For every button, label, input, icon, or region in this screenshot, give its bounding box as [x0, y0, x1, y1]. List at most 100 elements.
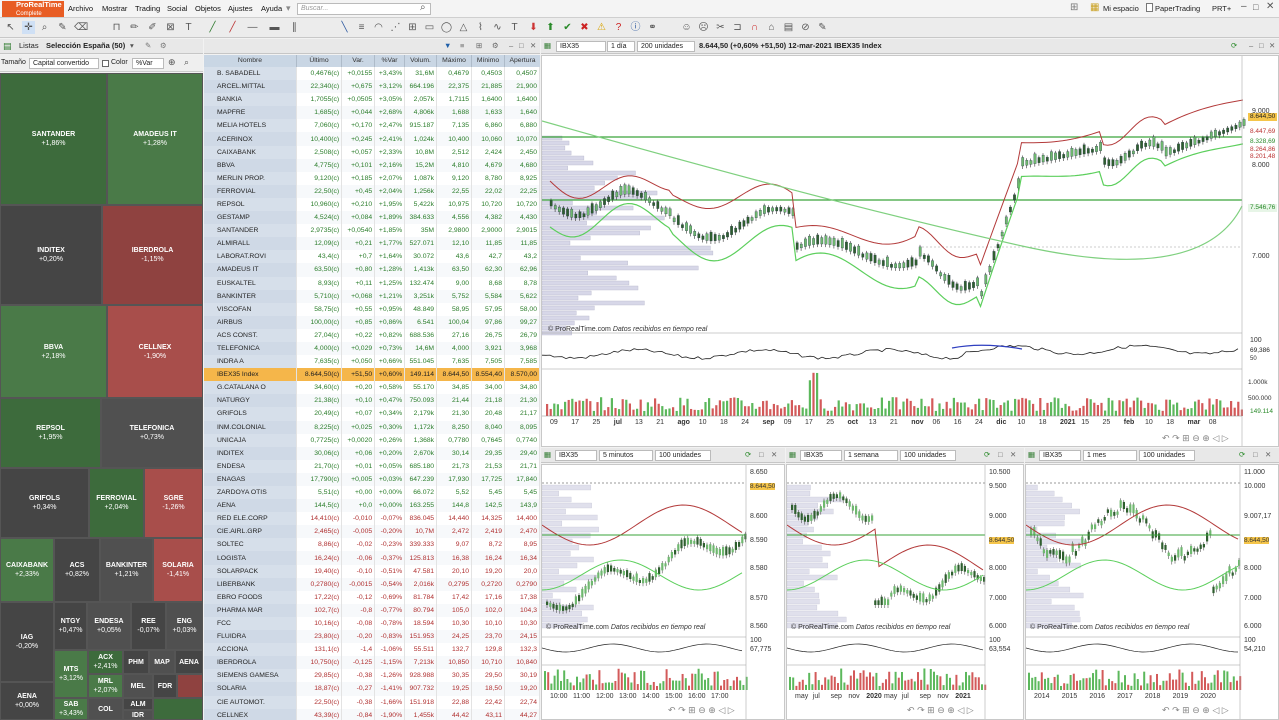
info-icon[interactable]: ⓘ [629, 21, 642, 34]
space-icon[interactable]: ▦ [1090, 2, 1099, 13]
my-space-link[interactable]: Mi espacio [1103, 4, 1139, 13]
table-row[interactable]: NATURGY 21,38(c) +0,10 +0,47% 750.093 21,44 21… [204, 394, 540, 408]
undo-icon[interactable]: ↶ [907, 705, 915, 715]
chart-minimize-icon[interactable]: – [1249, 39, 1253, 53]
table-row[interactable]: IBERDROLA 10,750(c) -0,125 -1,15% 7,213k 10,8… [204, 656, 540, 670]
search-input[interactable]: Buscar... [297, 3, 431, 15]
list-selector[interactable]: Selección España (50) [46, 39, 125, 53]
table-row[interactable]: ACS CONST. 27,04(c) +0,22 +0,82% 688.536 27,1… [204, 328, 540, 342]
zoom-fit-icon[interactable]: ⊞ [1182, 433, 1190, 443]
zoom-icon[interactable]: ⌕ [38, 21, 51, 34]
table-row[interactable]: LIBERBANK 0,2780(c) -0,0015 -0,54% 2,016k 0,2… [204, 577, 540, 591]
sub-units-select[interactable]: 100 unidades [655, 450, 711, 461]
heatmap-tile-repsol[interactable]: REPSOL +1,95% [0, 398, 101, 468]
table-row[interactable]: REPSOL 10,960(c) +0,210 +1,95% 5,422k 10,975 1… [204, 197, 540, 212]
search-scope-icon[interactable]: ▾ [286, 3, 291, 14]
table-row[interactable]: IBEX35 Index 8.644,50(c) +51,50 +0,60% 149.1… [204, 368, 540, 382]
table-row[interactable]: TELEFONICA 4,000(c) +0,029 +0,73% 14,6M 4,000… [204, 341, 540, 356]
undo-icon[interactable]: ↶ [1162, 705, 1170, 715]
heatmap-tile-sab[interactable]: SAB +3,43% [54, 698, 88, 720]
brush-icon[interactable]: ✐ [146, 21, 159, 34]
table-row[interactable]: BANKINTER 5,710(c) +0,068 +1,21% 3,251k 5,752… [204, 289, 540, 303]
zoom-out-icon[interactable]: ⊖ [698, 705, 706, 715]
table-row[interactable]: LABORAT.ROVI 43,4(c) +0,7 +1,64% 30.072 43,6 4… [204, 250, 540, 264]
chart-maximize-icon[interactable]: □ [998, 448, 1003, 462]
table-row[interactable]: ACCIONA 131,1(c) -1,4 -1,06% 55.511 132,7 129,… [204, 643, 540, 657]
heatmap-tile-endesa[interactable]: ENDESA +0,05% [87, 602, 131, 650]
menu-archivo[interactable]: Archivo [68, 4, 93, 13]
table-row[interactable]: FCC 10,16(c) -0,08 -0,78% 18.594 10,30 10,10 10… [204, 616, 540, 631]
sub-price-chart[interactable]: 10.500 9.500 9.000 8.644,50 8.000 7.000 6.000 1… [786, 464, 1024, 720]
chart-maximize-icon[interactable]: □ [759, 448, 764, 462]
hline-red-icon[interactable]: ▬ [268, 21, 281, 34]
heatmap-tile-aena[interactable]: AENA +0,00% [0, 682, 54, 720]
col-maximo[interactable]: Máximo [437, 55, 472, 67]
zoom-fit-icon[interactable]: ⊞ [1182, 705, 1190, 715]
rect-icon[interactable]: ▭ [423, 21, 436, 34]
heatmap-tile-map[interactable]: MAP [149, 650, 175, 674]
heatmap-tile-cellnex[interactable]: CELLNEX -1,90% [107, 305, 203, 398]
table-row[interactable]: ZARDOYA OTIS 5,51(c) +0,00 +0,00% 66.072 5,52… [204, 486, 540, 500]
undo-icon[interactable]: ↶ [1162, 433, 1170, 443]
col-ultimo[interactable]: Último [297, 55, 342, 67]
redo-icon[interactable]: ↷ [678, 705, 686, 715]
chart-close-icon[interactable]: ✕ [1010, 448, 1016, 462]
main-symbol-select[interactable]: IBX35 [556, 41, 606, 52]
zoom-out-icon[interactable]: ⊖ [1192, 433, 1200, 443]
line-red-icon[interactable]: ╱ [226, 21, 239, 34]
zoom-in-small-icon[interactable]: ⊕ [1202, 433, 1210, 443]
table-row[interactable]: FLUIDRA 23,80(c) -0,20 -0,83% 151.953 24,25 23… [204, 630, 540, 644]
table-row[interactable]: MELIA HOTELS 7,060(c) +0,170 +2,47% 915.187 7… [204, 119, 540, 133]
table-row[interactable]: G.CATALANA O 34,60(c) +0,20 +0,58% 55.170 34,… [204, 381, 540, 395]
sub-interval-select[interactable]: 5 minutos [599, 450, 653, 461]
watchlist-grid-icon[interactable]: ⊞ [476, 39, 482, 53]
cursor-icon[interactable]: ↖ [4, 21, 17, 34]
menu-objetos[interactable]: Objetos [195, 4, 221, 13]
cross-icon[interactable]: ✖ [578, 21, 591, 34]
list-edit-icon[interactable]: ✎ [145, 39, 151, 53]
undo-icon[interactable]: ↶ [668, 705, 676, 715]
heatmap-tile-sgre[interactable]: SGRE -1,26% [144, 468, 203, 538]
table-row[interactable]: ACERINOX 10,400(c) +0,245 +2,41% 1,024k 10,40… [204, 132, 540, 146]
table-row[interactable]: SIEMENS GAMESA 29,85(c) -0,38 -1,26% 928.988… [204, 669, 540, 683]
col-nombre[interactable]: Nombre [204, 55, 297, 67]
col-minimo[interactable]: Mínimo [472, 55, 505, 67]
heatmap-tile-aena-small[interactable]: AENA [175, 650, 203, 674]
heatmap-tile-mts[interactable]: MTS +3,12% [54, 650, 88, 698]
table-row[interactable]: B. SABADELL 0,4676(c) +0,0155 +3,43% 31,6M 0,… [204, 67, 540, 81]
watchlist-filter-icon[interactable]: ▼ [444, 39, 451, 53]
note-icon[interactable]: ▤ [782, 21, 795, 34]
col-apertura[interactable]: Apertura [505, 55, 540, 67]
chart-close-icon[interactable]: ✕ [771, 448, 777, 462]
heatmap-tile-mrl[interactable]: MRL +2,07% [88, 674, 123, 698]
col-volum[interactable]: Volum. [405, 55, 437, 67]
scroll-left-icon[interactable]: ◁ [1212, 433, 1219, 443]
sub-symbol-select[interactable]: IBX35 [800, 450, 842, 461]
warning-icon[interactable]: ⚠ [595, 21, 608, 34]
trendline-icon[interactable]: ╲ [338, 21, 351, 34]
heatmap-tile-ree[interactable]: REE -0,07% [131, 602, 166, 650]
heatmap-tile-inditex[interactable]: INDITEX +0,20% [0, 205, 102, 305]
watchlist-maximize-icon[interactable]: □ [519, 39, 524, 53]
scroll-left-icon[interactable]: ◁ [1212, 705, 1219, 715]
maximize-icon[interactable]: □ [1253, 2, 1258, 12]
table-row[interactable]: CAIXABANK 2,508(c) +0,057 +2,33% 10,8M 2,512 2… [204, 145, 540, 159]
heatmap-tile-telefonica[interactable]: TELEFONICA +0,73% [101, 398, 203, 468]
menu-trading[interactable]: Trading [135, 4, 160, 13]
table-row[interactable]: LOGISTA 16,24(c) -0,06 -0,37% 125.813 16,38 16… [204, 551, 540, 565]
polyline-icon[interactable]: ⌇ [474, 21, 487, 34]
heatmap-tile-idr[interactable]: IDR [123, 710, 153, 720]
heatmap-tile-mel[interactable]: MEL [123, 674, 153, 698]
table-row[interactable]: EUSKALTEL 8,93(c) +0,11 +1,25% 132.474 9,00 8,… [204, 276, 540, 290]
scroll-right-icon[interactable]: ▷ [728, 705, 735, 715]
scissor-icon[interactable]: ⊘ [799, 21, 812, 34]
magnet-red-icon[interactable]: ∩ [748, 21, 761, 34]
table-row[interactable]: SOLARPACK 19,40(c) -0,10 -0,51% 47.581 20,10 1… [204, 564, 540, 578]
table-row[interactable]: AMADEUS IT 63,50(c) +0,80 +1,28% 1,413k 63,50… [204, 263, 540, 277]
hline-icon[interactable]: — [246, 21, 259, 34]
sad-icon[interactable]: ☹ [697, 21, 710, 34]
col-var[interactable]: Var. [342, 55, 375, 67]
heatmap-tile-ntgy[interactable]: NTGY +0,47% [54, 602, 87, 650]
table-row[interactable]: SOLTEC 8,86(c) -0,02 -0,23% 339.333 9,07 8,72 8… [204, 538, 540, 552]
sub-price-chart[interactable]: 8.650 8.644,50 8.600 8.590 8.580 8.570 8.560 10… [541, 464, 785, 720]
